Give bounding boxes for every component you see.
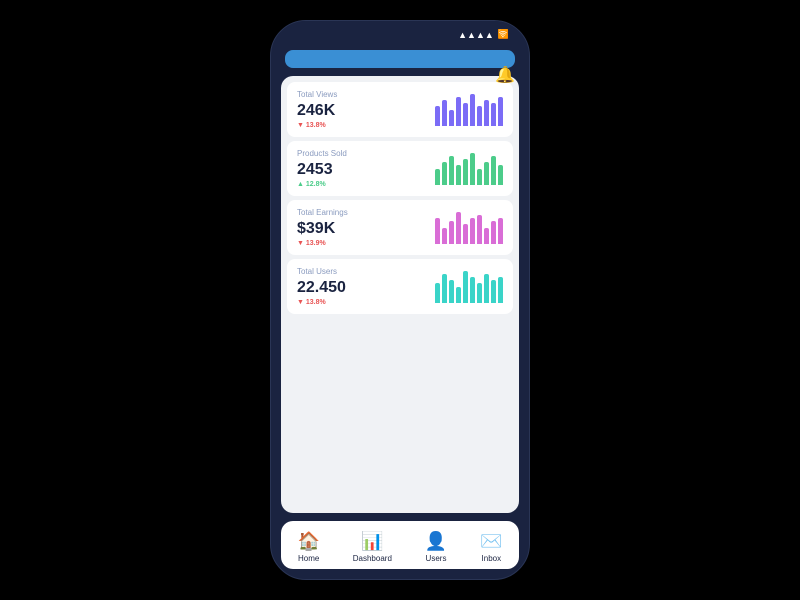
- nav-item-users[interactable]: 👤 Users: [417, 529, 455, 565]
- chart-bar: [491, 156, 496, 185]
- card-change: ▲ 12.8%: [297, 181, 347, 188]
- chart-bar: [484, 162, 489, 184]
- nav-label-dashboard: Dashboard: [353, 554, 392, 563]
- card-left: Total Earnings $39K ▼ 13.9%: [297, 208, 348, 247]
- bottom-nav: 🏠 Home 📊 Dashboard 👤 Users ✉️ Inbox: [281, 521, 519, 569]
- chart-bar: [449, 110, 454, 126]
- card-change: ▼ 13.8%: [297, 299, 346, 306]
- mini-chart: [435, 153, 503, 185]
- chart-bar: [484, 274, 489, 303]
- chart-bar: [456, 97, 461, 126]
- nav-label-home: Home: [298, 554, 319, 563]
- chart-bar: [442, 162, 447, 184]
- notifications-header: [285, 50, 515, 68]
- nav-label-inbox: Inbox: [482, 554, 502, 563]
- stat-card-1: Products Sold 2453 ▲ 12.8%: [287, 141, 513, 196]
- bell-icon[interactable]: 🔔: [495, 65, 515, 85]
- nav-item-inbox[interactable]: ✉️ Inbox: [472, 529, 510, 565]
- mini-chart: [435, 271, 503, 303]
- card-left: Products Sold 2453 ▲ 12.8%: [297, 149, 347, 188]
- nav-icon-dashboard: 📊: [361, 531, 383, 552]
- chart-bar: [477, 215, 482, 244]
- chart-bar: [449, 221, 454, 243]
- status-bar: ▲▲▲▲ 🛜: [271, 21, 529, 44]
- nav-item-dashboard[interactable]: 📊 Dashboard: [345, 529, 400, 565]
- card-left: Total Users 22.450 ▼ 13.8%: [297, 267, 346, 306]
- mini-chart: [435, 212, 503, 244]
- chart-bar: [470, 153, 475, 185]
- chart-bar: [449, 280, 454, 302]
- chart-bar: [498, 165, 503, 184]
- chart-bar: [463, 224, 468, 243]
- card-label: Total Users: [297, 267, 346, 276]
- stat-card-2: Total Earnings $39K ▼ 13.9%: [287, 200, 513, 255]
- card-value: 246K: [297, 102, 337, 120]
- chart-bar: [470, 94, 475, 126]
- chart-bar: [442, 274, 447, 303]
- nav-icon-users: 👤: [425, 531, 447, 552]
- chart-bar: [449, 156, 454, 185]
- stat-card-0: Total Views 246K ▼ 13.8%: [287, 82, 513, 137]
- nav-item-home[interactable]: 🏠 Home: [289, 529, 327, 565]
- chart-bar: [435, 218, 440, 244]
- phone-frame: ▲▲▲▲ 🛜 🔔 Total Views 246K ▼ 13.8% Products …: [270, 20, 530, 580]
- chart-bar: [491, 280, 496, 302]
- chart-bar: [470, 277, 475, 303]
- card-label: Products Sold: [297, 149, 347, 158]
- chart-bar: [435, 283, 440, 302]
- chart-bar: [498, 277, 503, 303]
- chart-bar: [435, 106, 440, 125]
- card-label: Total Earnings: [297, 208, 348, 217]
- chart-bar: [498, 97, 503, 126]
- chart-bar: [477, 283, 482, 302]
- stat-card-3: Total Users 22.450 ▼ 13.8%: [287, 259, 513, 314]
- chart-bar: [463, 271, 468, 303]
- nav-icon-inbox: ✉️: [480, 531, 502, 552]
- chart-bar: [491, 221, 496, 243]
- chart-bar: [484, 100, 489, 126]
- chart-bar: [456, 212, 461, 244]
- nav-label-users: Users: [426, 554, 447, 563]
- chart-bar: [456, 287, 461, 303]
- wifi-icon: 🛜: [498, 29, 509, 40]
- cards-container: Total Views 246K ▼ 13.8% Products Sold 2453 ▲…: [281, 76, 519, 513]
- card-change: ▼ 13.8%: [297, 122, 337, 129]
- chart-bar: [463, 159, 468, 185]
- chart-bar: [442, 100, 447, 126]
- chart-bar: [435, 169, 440, 185]
- card-change: ▼ 13.9%: [297, 240, 348, 247]
- card-left: Total Views 246K ▼ 13.8%: [297, 90, 337, 129]
- chart-bar: [477, 106, 482, 125]
- chart-bar: [491, 103, 496, 125]
- nav-icon-home: 🏠: [297, 531, 319, 552]
- chart-bar: [463, 103, 468, 125]
- card-value: 2453: [297, 161, 347, 179]
- card-label: Total Views: [297, 90, 337, 99]
- chart-bar: [456, 165, 461, 184]
- mini-chart: [435, 94, 503, 126]
- chart-bar: [498, 218, 503, 244]
- card-value: $39K: [297, 220, 348, 238]
- card-value: 22.450: [297, 279, 346, 297]
- chart-bar: [484, 228, 489, 244]
- signal-icon: ▲▲▲▲: [458, 30, 494, 40]
- chart-bar: [477, 169, 482, 185]
- chart-bar: [470, 218, 475, 244]
- chart-bar: [442, 228, 447, 244]
- status-icons: ▲▲▲▲ 🛜: [458, 29, 513, 40]
- main-content: Total Views 246K ▼ 13.8% Products Sold 2453 ▲…: [271, 68, 529, 521]
